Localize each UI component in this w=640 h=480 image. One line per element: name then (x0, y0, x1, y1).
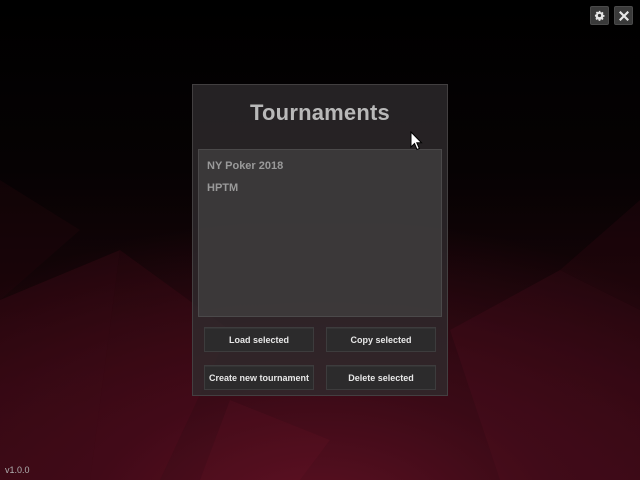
copy-selected-button[interactable]: Copy selected (326, 327, 436, 352)
gear-icon (594, 10, 605, 21)
close-icon (618, 10, 629, 21)
tournament-list[interactable]: NY Poker 2018 HPTM (198, 149, 442, 317)
list-item[interactable]: HPTM (207, 182, 238, 194)
create-new-tournament-button[interactable]: Create new tournament (204, 365, 314, 390)
close-button[interactable] (614, 6, 633, 25)
mouse-cursor-icon (410, 131, 423, 151)
delete-selected-button[interactable]: Delete selected (326, 365, 436, 390)
dialog-title: Tournaments (250, 100, 390, 125)
version-label: v1.0.0 (5, 465, 30, 475)
list-item[interactable]: NY Poker 2018 (207, 160, 283, 172)
settings-button[interactable] (590, 6, 609, 25)
load-selected-button[interactable]: Load selected (204, 327, 314, 352)
